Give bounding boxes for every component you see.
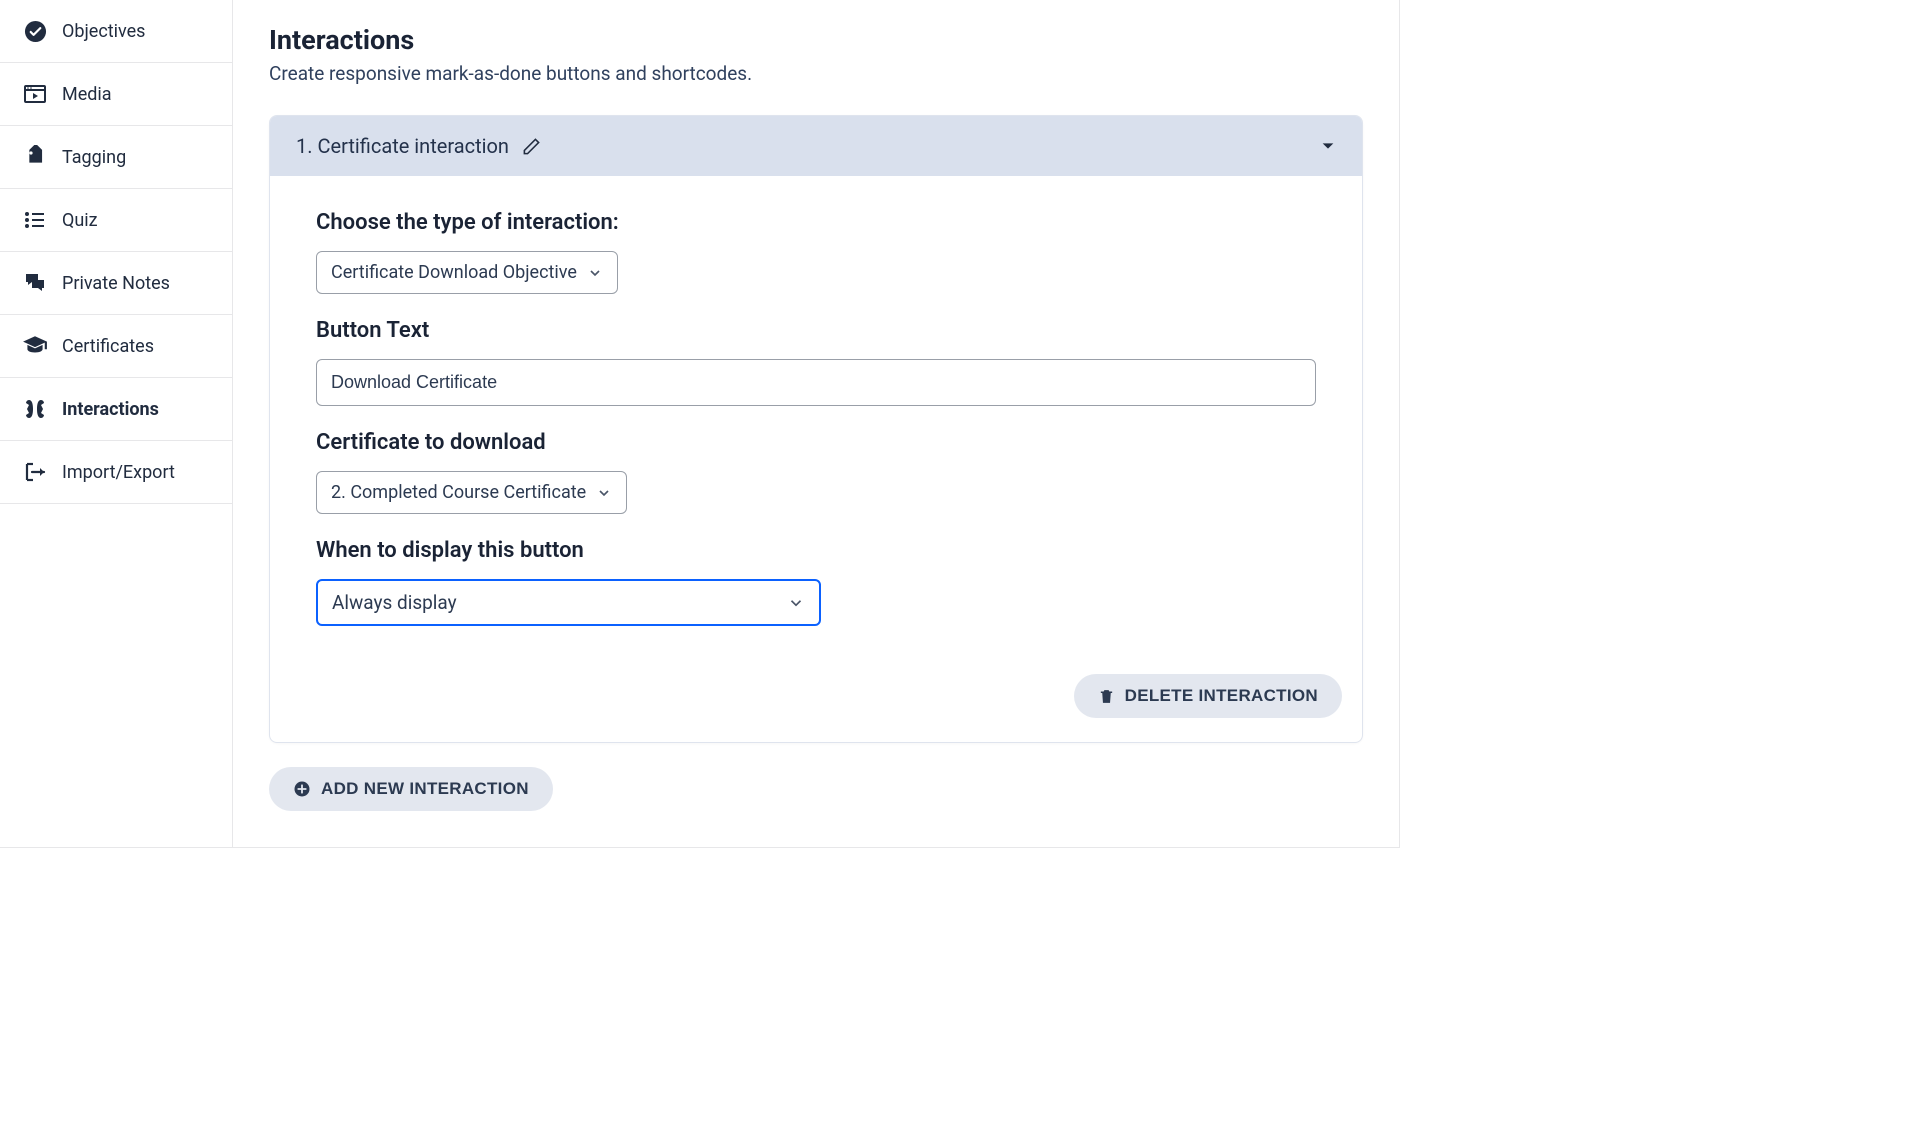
chevron-down-icon <box>587 265 603 281</box>
button-label: DELETE INTERACTION <box>1125 686 1318 706</box>
button-text-label: Button Text <box>316 318 1316 343</box>
sidebar: Objectives Media Tagging Quiz Private No <box>0 0 233 847</box>
sidebar-item-tagging[interactable]: Tagging <box>0 126 232 189</box>
sidebar-item-interactions[interactable]: Interactions <box>0 378 232 441</box>
plus-circle-icon <box>293 780 311 798</box>
card-header[interactable]: 1. Certificate interaction <box>270 116 1362 176</box>
certificate-label: Certificate to download <box>316 430 1316 455</box>
chat-icon <box>22 270 48 296</box>
chevron-down-icon[interactable] <box>1320 138 1336 154</box>
select-value: Always display <box>332 591 457 614</box>
page-title: Interactions <box>269 24 1363 56</box>
display-when-label: When to display this button <box>316 538 1316 563</box>
sidebar-item-certificates[interactable]: Certificates <box>0 315 232 378</box>
card-title: 1. Certificate interaction <box>296 134 509 158</box>
sidebar-item-private-notes[interactable]: Private Notes <box>0 252 232 315</box>
sidebar-item-objectives[interactable]: Objectives <box>0 0 232 63</box>
card-body: Choose the type of interaction: Certific… <box>270 176 1362 674</box>
sidebar-item-label: Objectives <box>62 21 145 42</box>
trash-icon <box>1098 688 1115 705</box>
button-label: ADD NEW INTERACTION <box>321 779 529 799</box>
list-icon <box>22 207 48 233</box>
chevron-down-icon <box>787 594 805 612</box>
interaction-type-select[interactable]: Certificate Download Objective <box>316 251 618 294</box>
sidebar-item-import-export[interactable]: Import/Export <box>0 441 232 504</box>
button-text-input[interactable] <box>316 359 1316 406</box>
sidebar-item-media[interactable]: Media <box>0 63 232 126</box>
sidebar-item-label: Private Notes <box>62 273 170 294</box>
interactions-icon <box>22 396 48 422</box>
display-when-select[interactable]: Always display <box>316 579 821 626</box>
check-circle-icon <box>22 18 48 44</box>
interaction-card: 1. Certificate interaction Choose the ty… <box>269 115 1363 743</box>
media-icon <box>22 81 48 107</box>
chevron-down-icon <box>596 485 612 501</box>
sidebar-item-quiz[interactable]: Quiz <box>0 189 232 252</box>
graduation-cap-icon <box>22 333 48 359</box>
pencil-icon[interactable] <box>521 135 543 157</box>
select-value: 2. Completed Course Certificate <box>331 482 586 503</box>
sidebar-item-label: Quiz <box>62 210 98 231</box>
sidebar-item-label: Import/Export <box>62 462 175 483</box>
select-value: Certificate Download Objective <box>331 262 577 283</box>
sidebar-item-label: Interactions <box>62 399 159 420</box>
sidebar-item-label: Certificates <box>62 336 154 357</box>
delete-interaction-button[interactable]: DELETE INTERACTION <box>1074 674 1342 718</box>
add-new-interaction-button[interactable]: ADD NEW INTERACTION <box>269 767 553 811</box>
certificate-select[interactable]: 2. Completed Course Certificate <box>316 471 627 514</box>
interaction-type-label: Choose the type of interaction: <box>316 210 1316 235</box>
sidebar-item-label: Media <box>62 84 112 105</box>
import-export-icon <box>22 459 48 485</box>
main-content: Interactions Create responsive mark-as-d… <box>233 0 1399 847</box>
sidebar-item-label: Tagging <box>62 147 126 168</box>
tag-icon <box>22 144 48 170</box>
page-subtitle: Create responsive mark-as-done buttons a… <box>269 62 1363 85</box>
